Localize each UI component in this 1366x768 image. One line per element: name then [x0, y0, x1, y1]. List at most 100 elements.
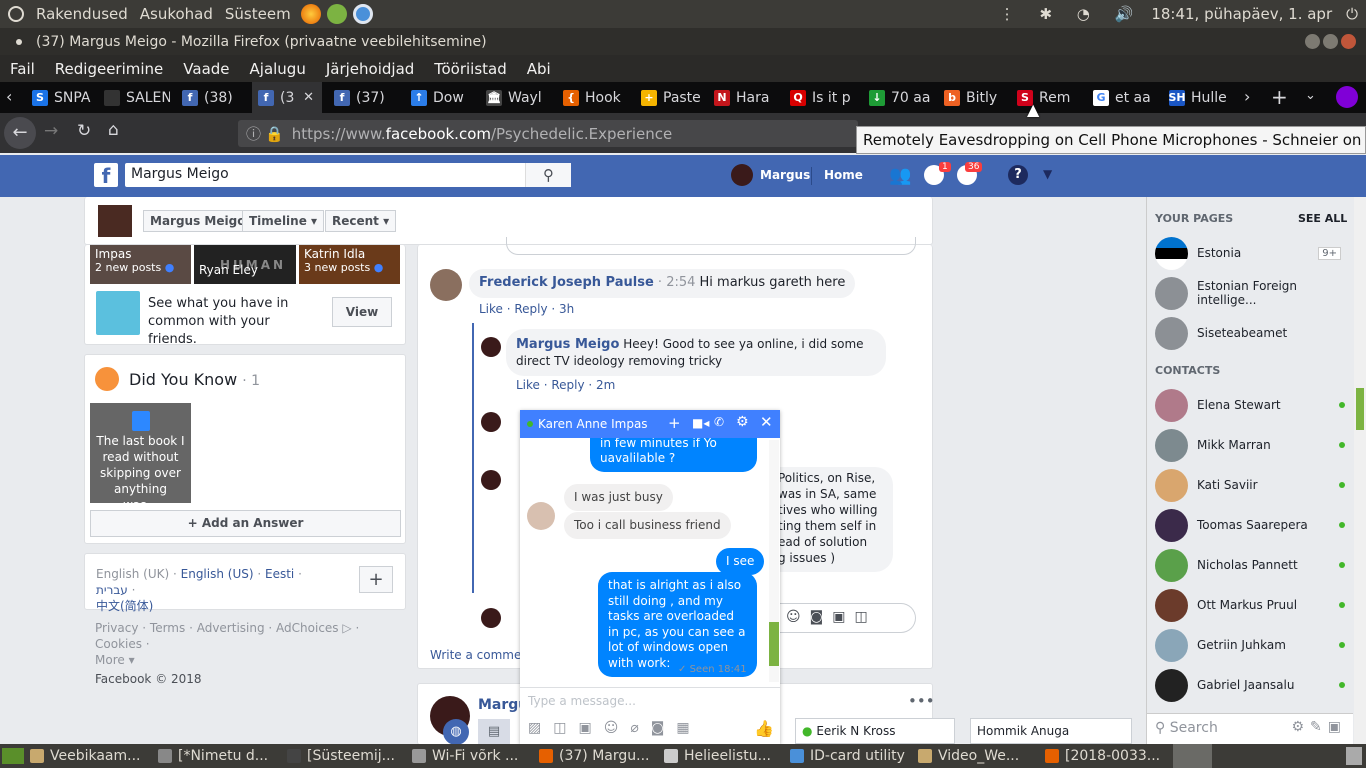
minimize-button[interactable]	[1305, 34, 1320, 49]
footer-link-terms[interactable]: Terms	[150, 621, 185, 635]
language-hebrew[interactable]: עברית	[96, 583, 128, 597]
comment-actions[interactable]: Like · Reply · 3h	[479, 302, 574, 316]
see-all-link[interactable]: SEE ALL	[1298, 212, 1347, 225]
tab-10[interactable]: N Hara	[708, 82, 778, 113]
site-info-icon[interactable]: ⓘ	[246, 123, 261, 144]
taskbar-item[interactable]: Helieelistu...	[664, 744, 787, 768]
reply-avatar-2[interactable]	[481, 412, 501, 432]
gif-icon[interactable]: ▣	[578, 720, 603, 736]
reply-input-avatar[interactable]	[481, 608, 501, 628]
taskbar-item[interactable]: Video_We...	[918, 744, 1042, 768]
taskbar-item[interactable]: [*Nimetu d...	[158, 744, 284, 768]
tab-3[interactable]: f (38)	[176, 82, 246, 113]
taskbar-item[interactable]: [2018-0033...	[1045, 744, 1165, 768]
trash-icon[interactable]	[1346, 747, 1362, 765]
tab-16[interactable]: SH Hulle	[1163, 82, 1233, 113]
question-card[interactable]: The last book I read without skipping ov…	[90, 403, 191, 512]
write-comment-link[interactable]: Write a comment	[430, 648, 534, 662]
timeline-dropdown[interactable]: Timeline ▾	[242, 210, 325, 232]
tab-6[interactable]: ↑ Dow	[405, 82, 475, 113]
tab-7[interactable]: 🏛 Wayl	[480, 82, 550, 113]
account-menu-icon[interactable]: ▼	[1043, 167, 1052, 181]
tab-1[interactable]: S SNPA	[26, 82, 96, 113]
taskbar-item[interactable]: Wi-Fi võrk ...	[412, 744, 536, 768]
fb-user-avatar[interactable]	[731, 164, 753, 186]
chat-scrollbar-thumb[interactable]	[769, 622, 779, 666]
reload-button[interactable]: ↻	[77, 121, 91, 141]
help-icon[interactable]: ?	[1008, 165, 1028, 185]
reply-actions[interactable]: Like · Reply · 2m	[516, 378, 615, 392]
recent-dropdown[interactable]: Recent ▾	[325, 210, 397, 232]
globe-icon[interactable]: ◍	[443, 719, 469, 745]
reply-author[interactable]: Margus Meigo	[516, 337, 619, 352]
menu-applications[interactable]: Rakendused	[36, 5, 128, 23]
page-item-siseteabeamet[interactable]: Siseteabeamet	[1155, 313, 1345, 353]
menu-edit[interactable]: Redigeerimine	[55, 60, 164, 78]
emoji-icon[interactable]: ☺	[604, 720, 631, 736]
contact-item[interactable]: Kati Saviir	[1155, 465, 1345, 505]
tab-14[interactable]: S Rem	[1011, 82, 1081, 113]
chat-contact-name[interactable]: Karen Anne Impas	[538, 417, 648, 431]
menu-system[interactable]: Süsteem	[225, 5, 291, 23]
footer-link-privacy[interactable]: Privacy	[95, 621, 138, 635]
language-eesti[interactable]: Eesti	[265, 567, 294, 581]
video-call-icon[interactable]: ■◂	[692, 416, 709, 430]
friend-tile-2[interactable]: HUMAN Ryan Eley	[194, 245, 296, 284]
add-person-icon[interactable]: +	[668, 414, 681, 432]
chromium-launcher-icon[interactable]	[352, 4, 373, 24]
photo-icon[interactable]: ▨	[528, 720, 553, 736]
friend-tile-3[interactable]: Katrin Idla 3 new posts ●	[299, 245, 400, 284]
sticker-icon[interactable]: ◫	[854, 609, 876, 625]
app-launcher-icon[interactable]	[326, 4, 347, 24]
tab-5[interactable]: f (37)	[328, 82, 398, 113]
chat-input[interactable]: Type a message...	[520, 687, 780, 715]
reply-avatar-3[interactable]	[481, 470, 501, 490]
tab-11[interactable]: Q Is it p	[784, 82, 856, 113]
home-button[interactable]: ⌂	[108, 120, 119, 140]
camera-icon[interactable]: ◙	[651, 720, 677, 736]
scrollbar-thumb[interactable]	[1356, 388, 1364, 430]
contact-item[interactable]: Getriin Juhkam	[1155, 625, 1345, 665]
contact-item[interactable]: Gabriel Jaansalu	[1155, 665, 1345, 705]
contact-item[interactable]: Nicholas Pannett	[1155, 545, 1345, 585]
gif-icon[interactable]: ▣	[832, 609, 854, 625]
tab-9[interactable]: + Paste	[635, 82, 705, 113]
fb-search-button[interactable]: ⚲	[525, 163, 571, 187]
menu-bookmarks[interactable]: Järjehoidjad	[326, 60, 414, 78]
menu-help[interactable]: Abi	[527, 60, 551, 78]
show-desktop-icon[interactable]	[2, 748, 24, 764]
menu-places[interactable]: Asukohad	[140, 5, 213, 23]
menu-tools[interactable]: Tööriistad	[434, 60, 506, 78]
add-language-button[interactable]: +	[359, 566, 393, 593]
add-answer-button[interactable]: + Add an Answer	[90, 510, 401, 537]
tab-2[interactable]: SALENA	[98, 82, 170, 113]
settings-gear-icon[interactable]: ⚙	[736, 414, 749, 430]
new-tab-icon[interactable]: +	[1271, 85, 1288, 109]
indicator-icons[interactable]: ⋮ ✱ ◔ 🔊	[1000, 5, 1144, 23]
facebook-logo-icon[interactable]: f	[94, 163, 118, 188]
tab-15[interactable]: Get aa	[1087, 82, 1157, 113]
contact-item[interactable]: Mikk Marran	[1155, 425, 1345, 465]
chat-tab-hommik[interactable]: Hommik Anuga	[970, 718, 1132, 744]
tab-13[interactable]: b Bitly	[938, 82, 1006, 113]
attach-icon[interactable]: ⌀	[630, 720, 650, 736]
menu-history[interactable]: Ajalugu	[250, 60, 306, 78]
scroll-tabs-right-icon[interactable]: ›	[1244, 87, 1250, 106]
phone-icon[interactable]: ✆	[714, 415, 724, 429]
maximize-button[interactable]	[1323, 34, 1338, 49]
page-item-foreign-intelligence[interactable]: Estonian Foreign intellige...	[1155, 273, 1345, 313]
footer-link-adchoices[interactable]: AdChoices	[276, 621, 339, 635]
firefox-launcher-icon[interactable]	[300, 4, 321, 24]
like-icon[interactable]: 👍	[754, 719, 786, 738]
page-item-estonia[interactable]: Estonia 9+	[1155, 233, 1345, 273]
language-chinese[interactable]: 中文(简体)	[96, 599, 153, 613]
close-chat-icon[interactable]: ✕	[760, 413, 773, 431]
contact-item[interactable]: Elena Stewart	[1155, 385, 1345, 425]
chat-bubble-icon[interactable]: ▤	[478, 719, 510, 744]
emoji-icon[interactable]: ☺	[786, 609, 810, 625]
close-button[interactable]	[1341, 34, 1356, 49]
taskbar-item[interactable]: [Süsteemij...	[287, 744, 409, 768]
profile-name-button[interactable]: Margus Meigo	[143, 210, 253, 232]
view-button[interactable]: View	[332, 297, 392, 327]
friend-tile-1[interactable]: Impas 2 new posts ●	[90, 245, 191, 284]
